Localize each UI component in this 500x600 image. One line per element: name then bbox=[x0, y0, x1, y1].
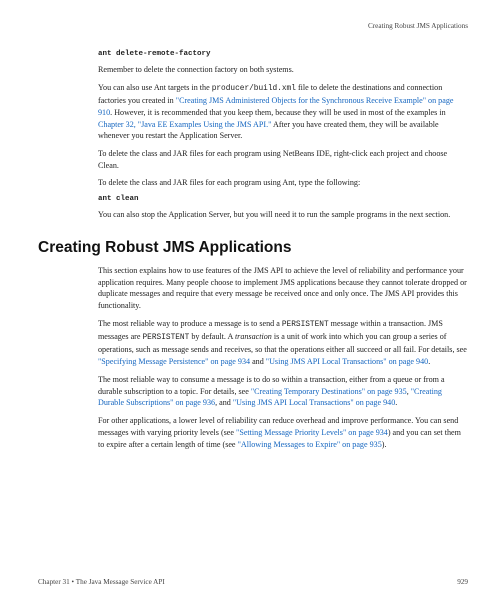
paragraph: For other applications, a lower level of… bbox=[98, 415, 468, 450]
text: by default. A bbox=[189, 332, 235, 341]
paragraph: The most reliable way to consume a messa… bbox=[98, 374, 468, 409]
footer-chapter-label: Chapter 31 • The Java Message Service AP… bbox=[38, 578, 165, 586]
link-chapter-32[interactable]: Chapter 32, "Java EE Examples Using the … bbox=[98, 120, 271, 129]
paragraph: You can also stop the Application Server… bbox=[98, 209, 468, 221]
code-inline: PERSISTENT bbox=[282, 321, 329, 329]
code-inline: producer/build.xml bbox=[212, 85, 296, 93]
text: . However, it is recommended that you ke… bbox=[110, 108, 445, 117]
link-local-transactions-1[interactable]: "Using JMS API Local Transactions" on pa… bbox=[266, 357, 428, 366]
paragraph: To delete the class and JAR files for ea… bbox=[98, 177, 468, 189]
code-inline: PERSISTENT bbox=[143, 334, 190, 342]
page-footer: Chapter 31 • The Java Message Service AP… bbox=[38, 578, 468, 586]
paragraph: To delete the class and JAR files for ea… bbox=[98, 148, 468, 171]
link-priority-levels[interactable]: "Setting Message Priority Levels" on pag… bbox=[236, 428, 388, 437]
text: , and bbox=[215, 398, 233, 407]
section-heading: Creating Robust JMS Applications bbox=[38, 239, 468, 257]
document-page: Creating Robust JMS Applications ant del… bbox=[0, 0, 500, 600]
text: ). bbox=[382, 440, 387, 449]
text: and bbox=[250, 357, 266, 366]
code-ant-delete: ant delete-remote-factory bbox=[98, 50, 468, 58]
text: . bbox=[395, 398, 397, 407]
italic-term: transaction bbox=[235, 332, 272, 341]
text: The most reliable way to produce a messa… bbox=[98, 319, 282, 328]
running-header: Creating Robust JMS Applications bbox=[38, 22, 468, 30]
text: You can also use Ant targets in the bbox=[98, 83, 212, 92]
text: . bbox=[428, 357, 430, 366]
paragraph: This section explains how to use feature… bbox=[98, 265, 468, 312]
link-temp-destinations[interactable]: "Creating Temporary Destinations" on pag… bbox=[251, 387, 407, 396]
link-allow-expire[interactable]: "Allowing Messages to Expire" on page 93… bbox=[238, 440, 382, 449]
paragraph: The most reliable way to produce a messa… bbox=[98, 318, 468, 368]
paragraph: Remember to delete the connection factor… bbox=[98, 64, 468, 76]
code-ant-clean: ant clean bbox=[98, 195, 468, 203]
footer-page-number: 929 bbox=[457, 578, 468, 586]
link-message-persistence[interactable]: "Specifying Message Persistence" on page… bbox=[98, 357, 250, 366]
link-local-transactions-2[interactable]: "Using JMS API Local Transactions" on pa… bbox=[233, 398, 395, 407]
paragraph: You can also use Ant targets in the prod… bbox=[98, 82, 468, 142]
